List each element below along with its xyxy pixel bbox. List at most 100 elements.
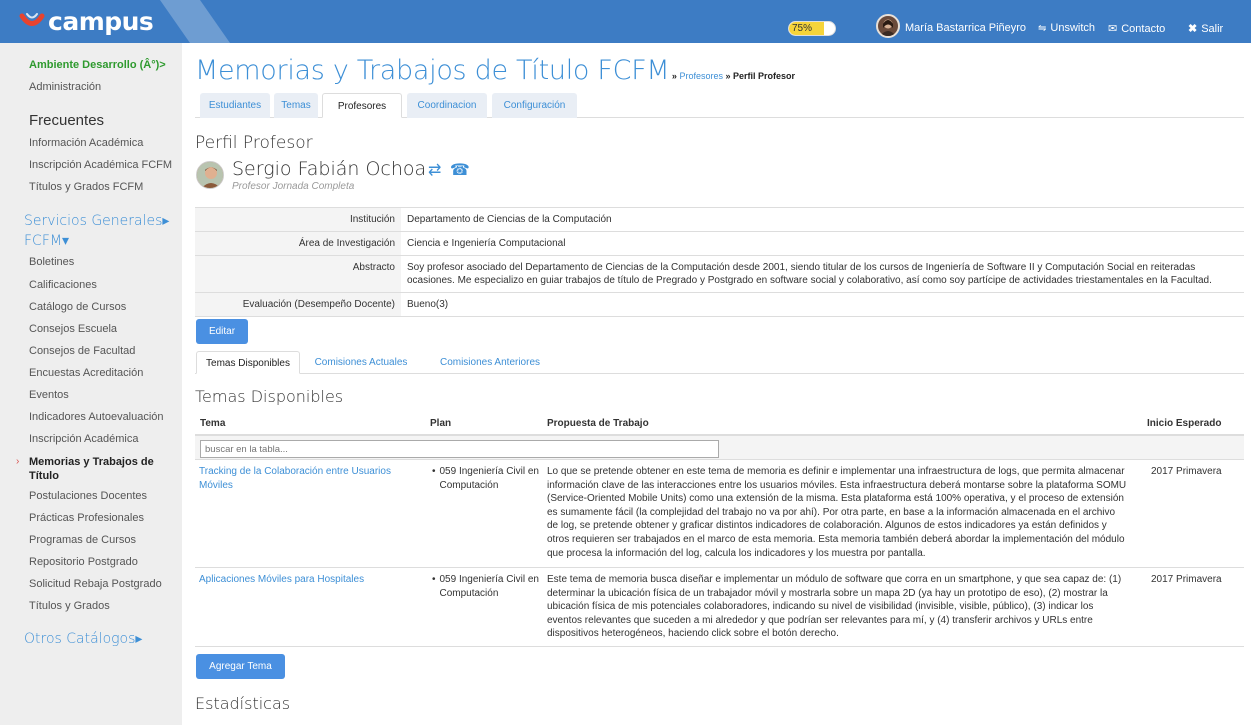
plan-item: • 059 Ingeniería Civil en Computación	[432, 573, 540, 600]
sidebar-item-servicio[interactable]: Solicitud Rebaja Postgrado	[29, 578, 162, 590]
main-tabs: Estudiantes Temas Profesores Coordinacio…	[195, 93, 1244, 118]
tab-temas[interactable]: Temas	[274, 93, 318, 118]
campus-logo-icon	[19, 13, 45, 26]
breadcrumb-separator: »	[722, 71, 733, 81]
tab-profesores[interactable]: Profesores	[322, 93, 402, 118]
sidebar-item-frecuente[interactable]: Información Académica	[29, 137, 143, 149]
exit-label: Salir	[1201, 22, 1224, 35]
envelope-icon: ✉	[1108, 23, 1118, 35]
contact-link[interactable]: ✉ Contacto	[1108, 22, 1166, 36]
sidebar-item-administracion[interactable]: Administración	[29, 81, 101, 93]
profile-heading: Perfil Profesor	[195, 133, 313, 153]
plan-item: • 059 Ingeniería Civil en Computación	[432, 465, 540, 492]
sidebar-item-servicio[interactable]: Eventos	[29, 389, 69, 401]
column-header-plan[interactable]: Plan	[430, 418, 451, 429]
tab-comisiones-actuales[interactable]: Comisiones Actuales	[307, 351, 415, 374]
sidebar-item-servicio[interactable]: Prácticas Profesionales	[29, 512, 144, 524]
professor-actions: ⇄ ☎	[428, 160, 470, 180]
info-row: Área de Investigación Ciencia e Ingenier…	[195, 231, 1244, 256]
temas-heading: Temas Disponibles	[195, 387, 344, 406]
sidebar-item-servicio[interactable]: Inscripción Académica	[29, 433, 138, 445]
sidebar-item-servicio[interactable]: Indicadores Autoevaluación	[29, 411, 164, 423]
inicio-text: 2017 Primavera	[1151, 574, 1222, 585]
inicio-text: 2017 Primavera	[1151, 466, 1222, 477]
environment-link[interactable]: Ambiente Desarrollo (Â°)>	[29, 59, 166, 71]
sidebar-item-servicio[interactable]: Encuestas Acreditación	[29, 367, 143, 379]
info-label: Evaluación (Desempeño Docente)	[195, 292, 401, 317]
professor-avatar	[196, 161, 224, 189]
info-label: Abstracto	[195, 255, 401, 293]
sidebar-item-servicio[interactable]: Postulaciones Docentes	[29, 490, 147, 502]
info-value: Departamento de Ciencias de la Computaci…	[401, 207, 1244, 232]
breadcrumb: » Profesores » Perfil Profesor	[669, 71, 795, 81]
column-header-tema[interactable]: Tema	[200, 418, 225, 429]
user-avatar-icon	[880, 19, 896, 36]
column-header-inicio[interactable]: Inicio Esperado	[1147, 418, 1221, 429]
page-title-text: Memorias y Trabajos de Título FCFM	[195, 55, 670, 86]
sidebar-item-frecuente[interactable]: Títulos y Grados FCFM	[29, 181, 143, 193]
sidebar-item-servicio[interactable]: Consejos de Facultad	[29, 345, 135, 357]
breadcrumb-link-profesores[interactable]: Profesores	[679, 71, 723, 81]
sidebar-item-servicio[interactable]: Repositorio Postgrado	[29, 556, 138, 568]
tab-estudiantes[interactable]: Estudiantes	[200, 93, 270, 118]
professor-name: Sergio Fabián Ochoa	[232, 158, 427, 180]
logo-text: campus	[48, 6, 154, 36]
sidebar-item-servicio[interactable]: Consejos Escuela	[29, 323, 117, 335]
column-header-propuesta[interactable]: Propuesta de Trabajo	[547, 418, 649, 429]
info-value: Soy profesor asociado del Departamento d…	[401, 255, 1244, 293]
tab-temas-disponibles[interactable]: Temas Disponibles	[196, 351, 300, 374]
contact-label: Contacto	[1121, 22, 1166, 35]
user-name: María Bastarrica Piñeyro	[905, 22, 1027, 34]
sidebar-item-servicio[interactable]: Títulos y Grados	[29, 600, 110, 612]
sidebar: Ambiente Desarrollo (Â°)> Administración…	[0, 43, 182, 725]
info-label: Institución	[195, 207, 401, 232]
active-indicator-icon: ›	[16, 456, 20, 467]
sidebar-item-servicio[interactable]: Programas de Cursos	[29, 534, 136, 546]
tema-link[interactable]: Aplicaciones Móviles para Hospitales	[199, 573, 414, 587]
tab-comisiones-anteriores[interactable]: Comisiones Anteriores	[431, 351, 549, 374]
phone-icon[interactable]: ☎	[450, 162, 470, 179]
exit-link[interactable]: ✖ Salir	[1188, 22, 1224, 36]
top-bar: campus 75% María Bastarrica Piñeyro ⇋ Un…	[0, 0, 1251, 43]
tab-coordinacion[interactable]: Coordinacion	[407, 93, 487, 118]
frecuentes-heading: Frecuentes	[29, 112, 105, 129]
edit-button[interactable]: Editar	[196, 319, 248, 344]
sidebar-item-memorias-active[interactable]: Memorias y Trabajos de Título	[29, 455, 154, 483]
unswitch-link[interactable]: ⇋ Unswitch	[1038, 22, 1095, 34]
switch-user-icon[interactable]: ⇄	[428, 162, 441, 179]
user-avatar[interactable]	[876, 14, 900, 38]
tema-link[interactable]: Tracking de la Colaboración entre Usuari…	[199, 465, 414, 492]
plan-text: 059 Ingeniería Civil en Computación	[439, 466, 539, 491]
unswitch-label: Unswitch	[1050, 22, 1096, 34]
page-title: Memorias y Trabajos de Título FCFM » Pro…	[195, 55, 795, 86]
add-tema-button[interactable]: Agregar Tema	[196, 654, 285, 679]
plan-text: 059 Ingeniería Civil en Computación	[439, 574, 539, 599]
breadcrumb-current: Perfil Profesor	[732, 71, 796, 81]
otros-catalogos-toggle[interactable]: Otros Catálogos▸	[24, 631, 142, 647]
fcfm-toggle[interactable]: FCFM▾	[24, 233, 69, 249]
bullet-icon: •	[432, 466, 436, 477]
breadcrumb-separator: »	[669, 71, 680, 81]
sidebar-item-servicio[interactable]: Boletines	[29, 256, 74, 268]
sidebar-active-label-1: Memorias y Trabajos de	[29, 456, 154, 468]
info-row: Evaluación (Desempeño Docente) Bueno(3)	[195, 292, 1244, 317]
servicios-generales-toggle[interactable]: Servicios Generales▸	[24, 213, 169, 229]
tab-configuracion[interactable]: Configuración	[492, 93, 577, 118]
sidebar-active-label-2: Título	[29, 470, 59, 482]
info-label: Área de Investigación	[195, 231, 401, 256]
sidebar-item-servicio[interactable]: Catálogo de Cursos	[29, 301, 126, 313]
sidebar-item-servicio[interactable]: Calificaciones	[29, 279, 97, 291]
decorative-swoosh	[160, 0, 230, 43]
info-row: Abstracto Soy profesor asociado del Depa…	[195, 255, 1244, 293]
bullet-icon: •	[432, 574, 436, 585]
profile-progress-bar: 75%	[788, 21, 836, 36]
campus-logo[interactable]: campus	[18, 6, 154, 36]
row-divider	[195, 646, 1244, 647]
sidebar-item-frecuente[interactable]: Inscripción Académica FCFM	[29, 159, 172, 171]
profile-info-table: Institución Departamento de Ciencias de …	[195, 207, 1244, 317]
professor-photo-icon	[197, 162, 223, 188]
user-name-link[interactable]: María Bastarrica Piñeyro	[905, 22, 1026, 34]
row-divider	[195, 459, 1244, 460]
propuesta-text: Lo que se pretende obtener en este tema …	[547, 466, 1127, 559]
table-search-input[interactable]	[200, 440, 719, 458]
